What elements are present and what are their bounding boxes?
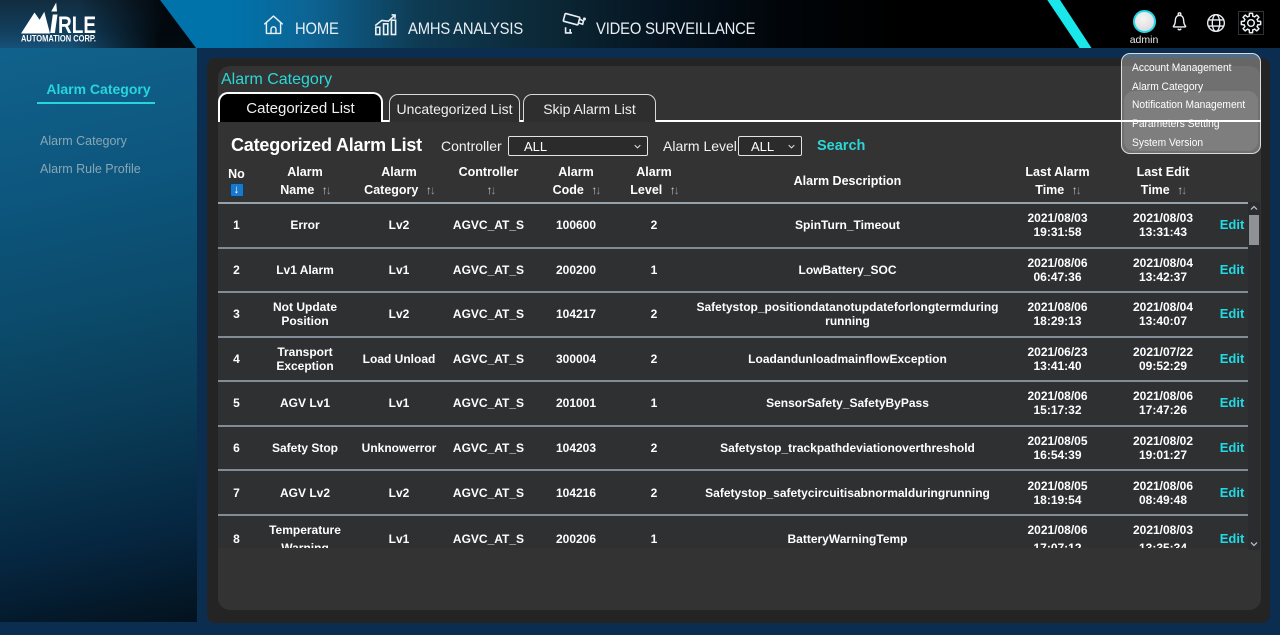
svg-text:AUTOMATION CORP.: AUTOMATION CORP. [21, 34, 96, 44]
